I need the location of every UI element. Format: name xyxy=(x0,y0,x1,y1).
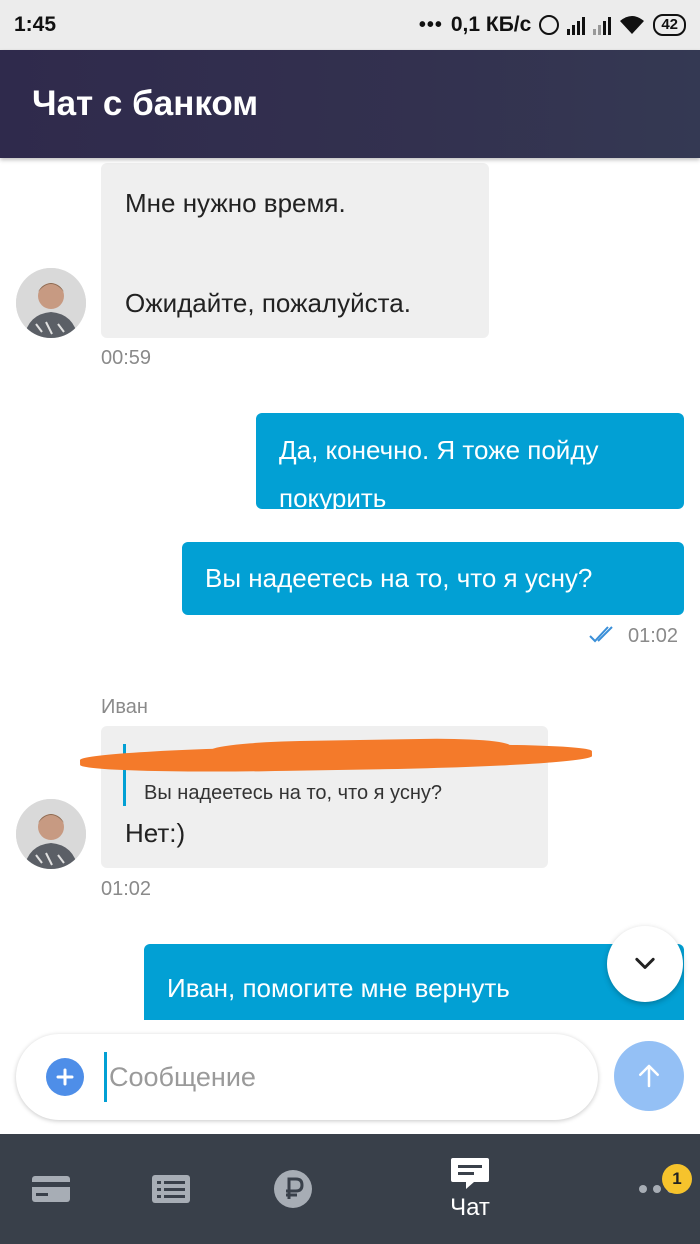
message-time: 01:02 xyxy=(628,625,679,647)
status-icons: ••• 0,1 КБ/с 42 xyxy=(419,13,686,37)
nav-history[interactable] xyxy=(140,1134,202,1244)
read-status xyxy=(588,624,622,644)
signal-2-icon xyxy=(593,15,612,35)
nav-cards[interactable] xyxy=(20,1134,82,1244)
outgoing-message[interactable]: Вы надеетесь на то, что я усну? xyxy=(182,542,684,615)
notification-badge: 1 xyxy=(662,1164,692,1194)
app-header: Чат с банком xyxy=(0,50,700,158)
composer-bar xyxy=(0,1020,700,1134)
plus-icon xyxy=(56,1068,74,1086)
card-icon xyxy=(32,1176,70,1202)
list-icon xyxy=(152,1175,190,1203)
nav-chat[interactable]: Чат xyxy=(430,1134,510,1244)
avatar[interactable] xyxy=(16,268,86,338)
scroll-to-bottom-button[interactable] xyxy=(607,926,683,1002)
send-button[interactable] xyxy=(614,1041,684,1111)
status-time: 1:45 xyxy=(14,13,57,36)
message-text: Иван, помогите мне вернуть xyxy=(167,973,510,1003)
wifi-icon xyxy=(620,16,645,34)
nav-chat-label: Чат xyxy=(450,1194,490,1221)
signal-icon xyxy=(567,15,586,35)
operator-photo xyxy=(16,799,86,869)
nav-payments[interactable] xyxy=(262,1134,324,1244)
chat-icon xyxy=(451,1158,489,1189)
message-text: Вы надеетесь на то, что я усну? xyxy=(205,563,593,593)
outgoing-message[interactable]: Да, конечно. Я тоже пойду покурить xyxy=(256,413,684,513)
outgoing-message[interactable]: Иван, помогите мне вернуть xyxy=(144,944,684,1020)
page-title: Чат с банком xyxy=(32,84,259,123)
message-line: Ожидайте, пожалуйста. xyxy=(125,288,411,318)
status-more-dots: ••• xyxy=(418,13,443,36)
message-text: Да, конечно. Я тоже пойду покурить xyxy=(279,435,599,513)
incoming-message[interactable]: Мне нужно время. Ожидайте, пожалуйста. xyxy=(101,163,489,338)
message-input[interactable] xyxy=(104,1052,574,1102)
network-speed: 0,1 КБ/с xyxy=(450,13,532,36)
message-time: 00:59 xyxy=(101,347,152,369)
operator-photo xyxy=(16,268,86,338)
message-field[interactable] xyxy=(16,1034,598,1120)
bottom-navigation: Чат 1 xyxy=(0,1134,700,1244)
message-time: 01:02 xyxy=(101,878,152,900)
alarm-icon xyxy=(539,15,560,35)
battery-indicator: 42 xyxy=(653,14,686,36)
nav-more[interactable]: 1 xyxy=(622,1134,692,1244)
attach-button[interactable] xyxy=(46,1058,84,1096)
chat-messages[interactable]: Мне нужно время. Ожидайте, пожалуйста. 0… xyxy=(0,158,700,1020)
avatar[interactable] xyxy=(16,799,86,869)
ruble-icon xyxy=(274,1170,312,1208)
double-check-icon xyxy=(589,626,613,643)
arrow-up-icon xyxy=(639,1064,659,1088)
sender-name: Иван xyxy=(101,696,148,718)
chevron-down-icon xyxy=(635,957,655,969)
message-text: Нет:) xyxy=(125,818,186,848)
status-bar: 1:45 ••• 0,1 КБ/с 42 xyxy=(0,0,700,50)
quote-text: Вы надеетесь на то, что я усну? xyxy=(144,782,442,804)
message-line: Мне нужно время. xyxy=(125,188,346,218)
